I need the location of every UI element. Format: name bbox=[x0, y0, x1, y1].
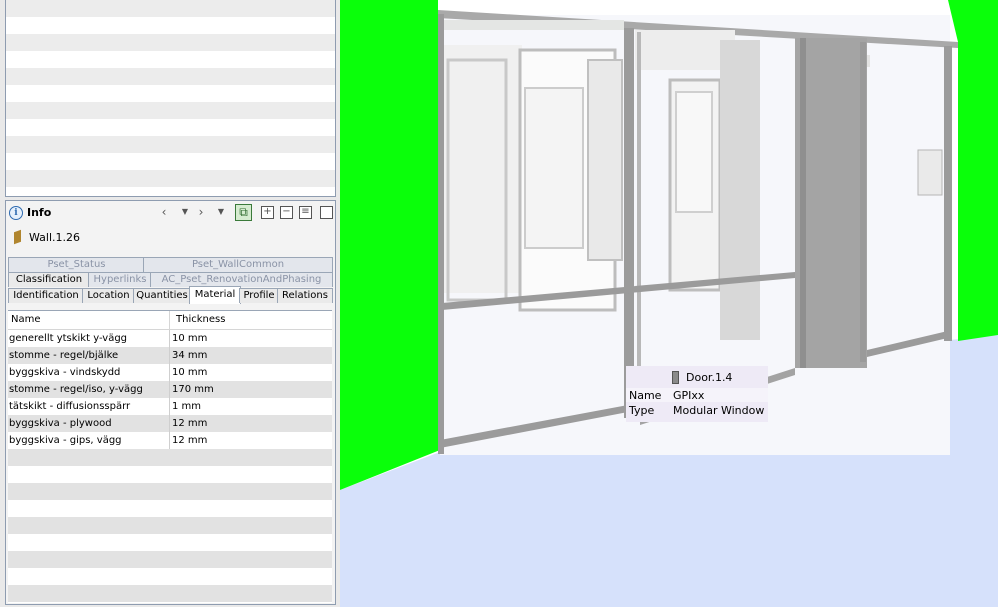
table-row[interactable]: byggskiva - plywood 12 mm bbox=[8, 415, 332, 432]
3d-scene bbox=[340, 0, 998, 607]
material-name-cell: tätskikt - diffusionsspärr bbox=[9, 401, 131, 412]
tooltip-title: Door.1.4 bbox=[626, 369, 768, 385]
minus-box-icon[interactable]: − bbox=[280, 206, 293, 219]
plus-box-icon[interactable]: + bbox=[261, 206, 274, 219]
material-name-cell: byggskiva - vindskydd bbox=[9, 367, 121, 378]
tooltip-value: GPIxx bbox=[673, 389, 705, 402]
empty-row bbox=[8, 568, 332, 585]
column-header-name[interactable]: Name bbox=[11, 314, 41, 325]
material-table: Name Thickness generellt ytskikt y-vägg 1… bbox=[8, 310, 332, 603]
empty-row bbox=[8, 517, 332, 534]
empty-row bbox=[8, 466, 332, 483]
tab-pset-status[interactable]: Pset_Status bbox=[8, 257, 145, 272]
tooltip-row: Type Modular Window bbox=[626, 403, 768, 417]
thickness-cell: 170 mm bbox=[172, 384, 214, 395]
material-name-cell: stomme - regel/iso, y-vägg bbox=[9, 384, 143, 395]
maximize-icon[interactable] bbox=[320, 206, 333, 219]
wall-cabinet bbox=[917, 149, 943, 196]
empty-row bbox=[8, 551, 332, 568]
tab-hyperlinks[interactable]: Hyperlinks bbox=[88, 272, 152, 287]
3d-viewport[interactable]: Door.1.4 Name GPIxx Type Modular Window bbox=[340, 0, 998, 607]
inner-panel bbox=[442, 45, 522, 293]
tooltip-row: Name GPIxx bbox=[626, 388, 768, 402]
material-name-cell: generellt ytskikt y-vägg bbox=[9, 333, 128, 344]
table-row[interactable]: stomme - regel/iso, y-vägg 170 mm bbox=[8, 381, 332, 398]
tooltip-key: Type bbox=[629, 404, 655, 417]
left-panel: i Info ‹ ▼ › ▼ ⧉ + − ≡ Wall.1.26 Pset_St… bbox=[0, 0, 340, 607]
info-header: i Info ‹ ▼ › ▼ ⧉ + − ≡ bbox=[6, 201, 335, 225]
info-title: Info bbox=[27, 206, 52, 219]
thickness-cell: 1 mm bbox=[172, 401, 202, 412]
table-header: Name Thickness bbox=[8, 311, 332, 330]
column-header-thickness[interactable]: Thickness bbox=[176, 314, 225, 325]
tooltip-value: Modular Window bbox=[673, 404, 765, 417]
right-mullion bbox=[944, 46, 952, 341]
empty-row bbox=[8, 585, 332, 602]
sync-selection-button[interactable]: ⧉ bbox=[235, 204, 252, 221]
green-wall-right bbox=[948, 0, 998, 341]
material-name-cell: stomme - regel/bjälke bbox=[9, 350, 119, 361]
left-mullion bbox=[438, 14, 444, 454]
empty-row bbox=[8, 483, 332, 500]
forward-dropdown-icon[interactable]: ▼ bbox=[214, 205, 228, 219]
chevron-right-icon[interactable]: › bbox=[194, 205, 208, 219]
tab-relations[interactable]: Relations bbox=[277, 288, 333, 303]
tab-ac-pset-renovation[interactable]: AC_Pset_RenovationAndPhasing bbox=[150, 272, 333, 287]
tab-identification[interactable]: Identification bbox=[8, 288, 84, 303]
thickness-cell: 10 mm bbox=[172, 367, 208, 378]
empty-row bbox=[8, 500, 332, 517]
door-icon bbox=[672, 371, 679, 384]
center-mullion bbox=[624, 28, 634, 418]
tab-classification[interactable]: Classification bbox=[8, 272, 90, 287]
table-row[interactable]: tätskikt - diffusionsspärr 1 mm bbox=[8, 398, 332, 415]
tab-material[interactable]: Material bbox=[189, 286, 241, 304]
thickness-cell: 10 mm bbox=[172, 333, 208, 344]
chevron-left-icon[interactable]: ‹ bbox=[157, 205, 171, 219]
info-panel: i Info ‹ ▼ › ▼ ⧉ + − ≡ Wall.1.26 Pset_St… bbox=[5, 200, 336, 605]
tab-quantities[interactable]: Quantities bbox=[133, 288, 191, 303]
tooltip-object-name: Door.1.4 bbox=[686, 371, 733, 384]
empty-row bbox=[8, 534, 332, 551]
empty-row bbox=[8, 449, 332, 466]
table-row[interactable]: byggskiva - gips, vägg 12 mm bbox=[8, 432, 332, 449]
tab-profile[interactable]: Profile bbox=[239, 288, 279, 303]
info-icon: i bbox=[9, 206, 23, 220]
object-name: Wall.1.26 bbox=[29, 231, 81, 244]
table-row[interactable]: byggskiva - vindskydd 10 mm bbox=[8, 364, 332, 381]
wall-icon bbox=[14, 229, 21, 245]
material-name-cell: byggskiva - gips, vägg bbox=[9, 435, 122, 446]
back-dropdown-icon[interactable]: ▼ bbox=[178, 205, 192, 219]
tooltip-key: Name bbox=[629, 389, 662, 402]
thickness-cell: 34 mm bbox=[172, 350, 208, 361]
hover-tooltip: Door.1.4 Name GPIxx Type Modular Window bbox=[626, 366, 768, 422]
green-wall-left bbox=[340, 0, 440, 490]
list-icon[interactable]: ≡ bbox=[299, 206, 312, 219]
tab-location[interactable]: Location bbox=[82, 288, 135, 303]
table-row[interactable]: stomme - regel/bjälke 34 mm bbox=[8, 347, 332, 364]
material-name-cell: byggskiva - plywood bbox=[9, 418, 112, 429]
thickness-cell: 12 mm bbox=[172, 418, 208, 429]
model-tree-list[interactable] bbox=[5, 0, 336, 197]
column-shadow bbox=[720, 40, 760, 340]
table-row[interactable]: generellt ytskikt y-vägg 10 mm bbox=[8, 330, 332, 347]
thickness-cell: 12 mm bbox=[172, 435, 208, 446]
tab-pset-wallcommon[interactable]: Pset_WallCommon bbox=[143, 257, 333, 272]
